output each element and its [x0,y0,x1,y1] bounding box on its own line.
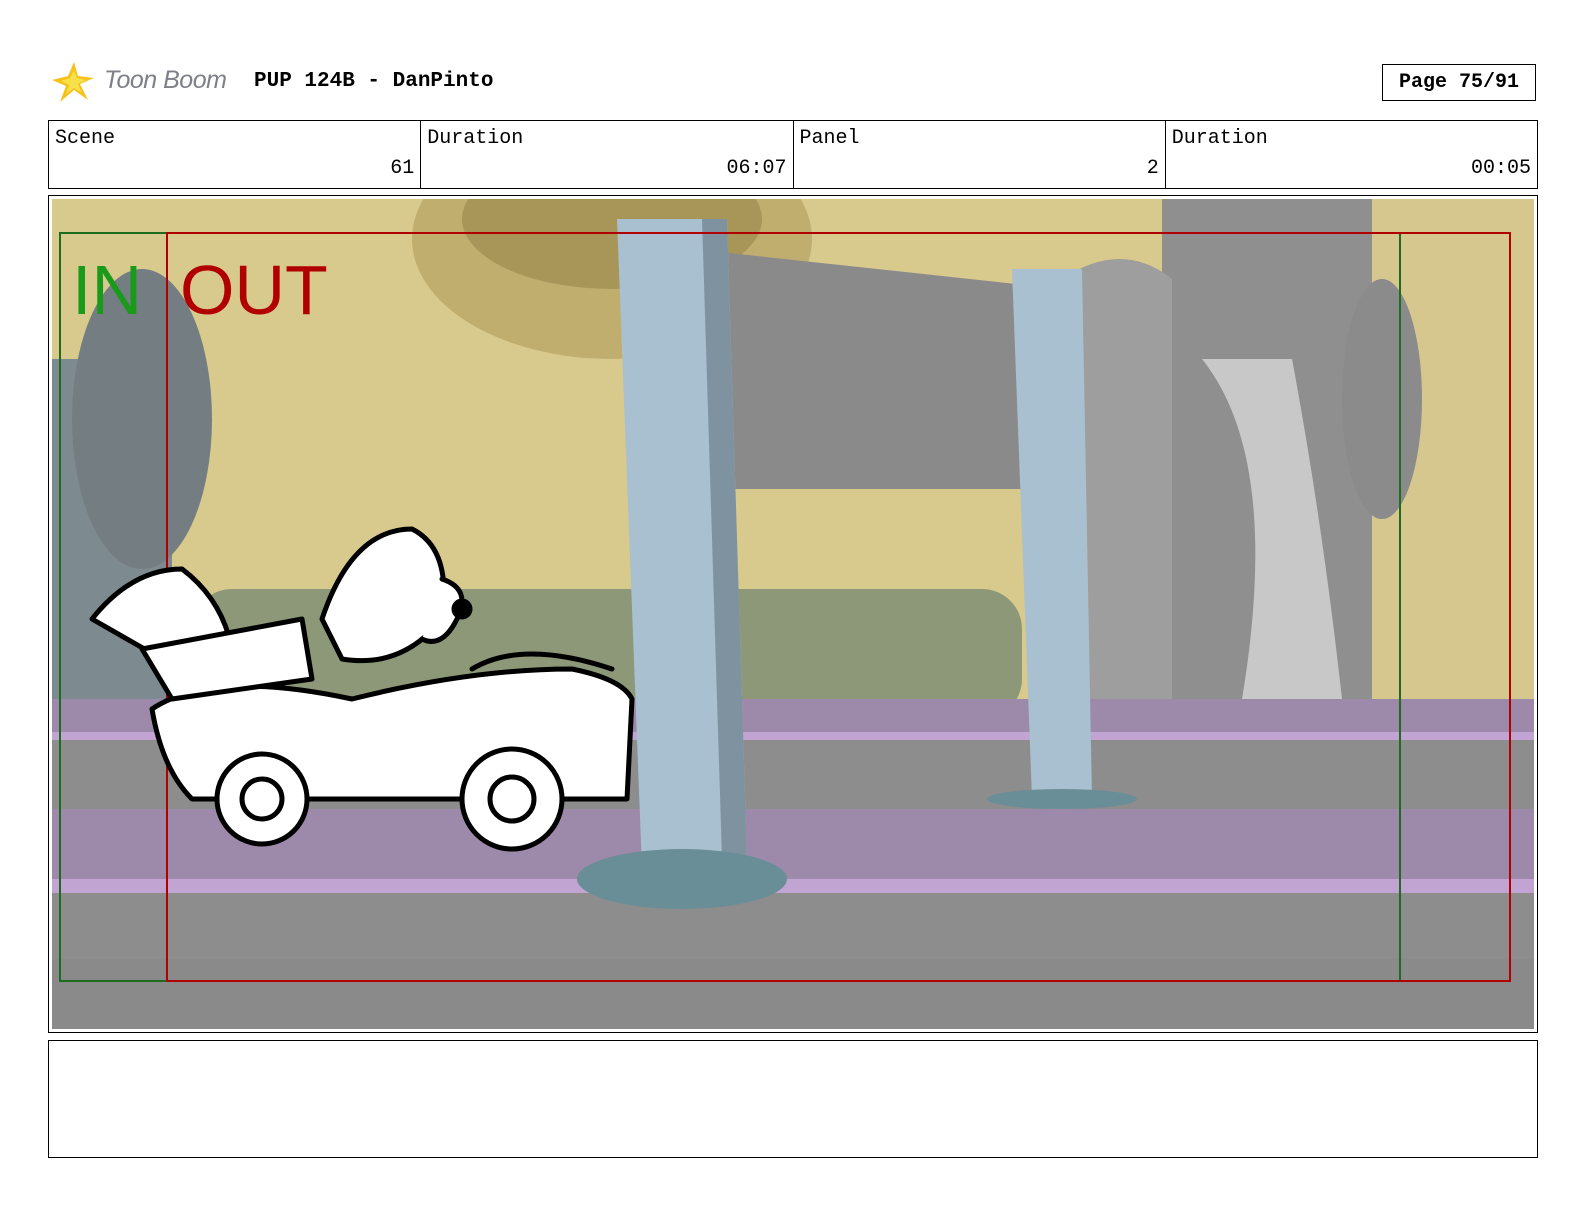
floor-front [52,959,1534,1029]
scene-duration-label: Duration [427,127,524,150]
dog-nose [451,598,473,620]
panel-duration-label: Duration [1171,127,1268,150]
right-machine-round [1342,279,1422,519]
panel-label: Panel [799,127,860,150]
scene-cell: Scene 61 [49,121,422,188]
grey-beam [692,249,1062,489]
scene-duration-value: 06:07 [726,157,787,180]
scene-value: 61 [390,157,415,180]
car-wheel-front [459,746,565,852]
storyboard-panel-image: IN OUT [52,199,1534,1029]
panel-cell: Panel 2 [794,121,1166,188]
panel-duration-cell: Duration 00:05 [1166,121,1537,188]
pillar-base [577,849,787,909]
car-wheel-rear [214,751,310,847]
scene-info-table: Scene 61 Duration 06:07 Panel 2 Duration… [48,120,1538,189]
scene-duration-cell: Duration 06:07 [421,121,794,188]
panel-notes-box [48,1040,1538,1158]
small-pillar-base [987,789,1137,809]
panel-value: 2 [1146,157,1159,180]
logo-text: Toon Boom [104,66,227,94]
page-number: Page 75/91 [1382,64,1536,101]
scene-label: Scene [55,127,116,150]
panel-duration-value: 00:05 [1470,157,1531,180]
document-title: PUP 124B - DanPinto [254,70,494,93]
floor-stripe-front-light [52,879,1534,893]
out-marker-label: OUT [180,251,328,329]
in-marker-label: IN [72,251,142,329]
